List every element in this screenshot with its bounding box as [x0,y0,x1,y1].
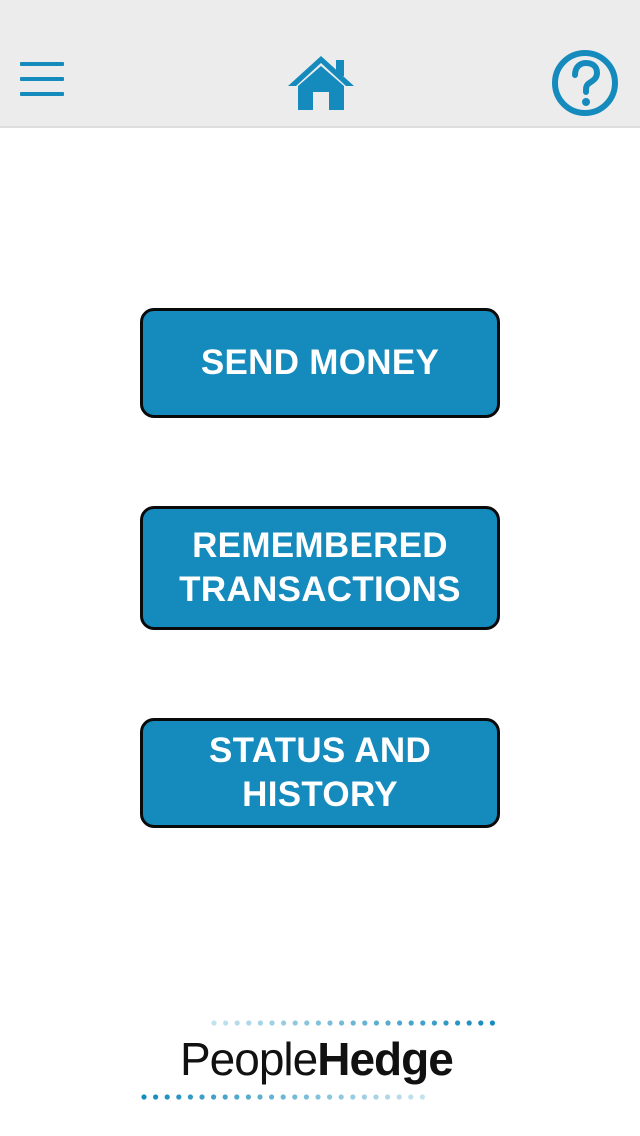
logo-dot [350,1020,356,1026]
logo-dot [338,1094,344,1100]
menu-button[interactable] [16,56,68,102]
logo-dot [373,1094,379,1100]
logo-dot [455,1020,461,1026]
logo-dot [176,1094,182,1100]
logo-dot [419,1094,425,1100]
logo-dot [246,1020,252,1026]
logo-dot [153,1094,159,1100]
logo-dot [164,1094,170,1100]
logo-dot [303,1094,309,1100]
logo-dot [350,1094,356,1100]
logo-dot [466,1020,472,1026]
status-and-history-button[interactable]: STATUS AND HISTORY [140,718,500,828]
logo-dot [408,1020,414,1026]
remembered-transactions-label-line1: REMEMBERED [192,526,448,565]
home-icon [288,56,354,110]
app-screen: SEND MONEY REMEMBERED TRANSACTIONS STATU… [0,0,640,1136]
logo-dot [141,1094,147,1100]
logo-dot [245,1094,251,1100]
logo-wordmark: PeopleHedge [180,1032,454,1086]
logo-dot [339,1020,345,1026]
logo-dot [385,1094,391,1100]
logo-dot [187,1094,193,1100]
send-money-button[interactable]: SEND MONEY [140,308,500,418]
logo-dot [396,1094,402,1100]
logo-dot [269,1094,275,1100]
logo-regular-text: People [180,1033,318,1085]
logo-dot [431,1020,437,1026]
logo-dot [304,1020,310,1026]
logo-dot [281,1020,287,1026]
question-mark-circle-icon [552,50,618,116]
logo-dot [478,1020,484,1026]
logo-dot [199,1094,205,1100]
home-button[interactable] [284,52,358,114]
remembered-transactions-button[interactable]: REMEMBERED TRANSACTIONS [140,506,500,630]
logo-dot [362,1020,368,1026]
logo-dot [211,1020,217,1026]
logo-dot [257,1020,263,1026]
status-and-history-label-line2: HISTORY [242,775,398,814]
logo-dot [408,1094,414,1100]
help-button[interactable] [548,46,622,120]
logo-dot [373,1020,379,1026]
logo-dot [234,1020,240,1026]
logo-dot [280,1094,286,1100]
logo-dot [443,1020,449,1026]
logo-dot [292,1020,298,1026]
send-money-label: SEND MONEY [200,343,440,382]
logo-dot [223,1020,229,1026]
peoplehedge-logo: PeopleHedge [130,1010,510,1110]
logo-dot [315,1094,321,1100]
logo-dot [327,1094,333,1100]
logo-dot [361,1094,367,1100]
remembered-transactions-label-line2: TRANSACTIONS [179,570,461,609]
logo-dot [222,1094,228,1100]
logo-dot [385,1020,391,1026]
logo-dot [397,1020,403,1026]
logo-dot [234,1094,240,1100]
status-and-history-label-line1: STATUS AND [208,731,432,770]
hamburger-menu-icon [20,62,64,96]
logo-bold-text: Hedge [317,1033,454,1085]
logo-dot [489,1020,495,1026]
logo-dot [327,1020,333,1026]
logo-dot [257,1094,263,1100]
logo-dot [292,1094,298,1100]
logo-dot [315,1020,321,1026]
top-navigation-bar [0,0,640,128]
logo-dot [420,1020,426,1026]
logo-dot [211,1094,217,1100]
logo-dot [269,1020,275,1026]
